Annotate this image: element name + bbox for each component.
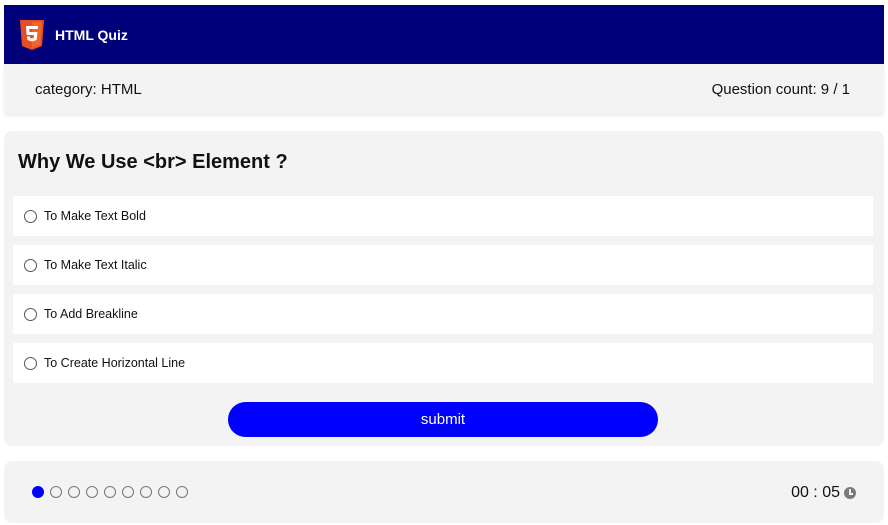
timer-value: 00 : 05	[791, 484, 840, 501]
progress-dot	[32, 486, 44, 498]
option-label: To Add Breakline	[44, 307, 138, 321]
option-3[interactable]: To Add Breakline	[13, 294, 873, 334]
question-title: Why We Use <br> Element ?	[18, 151, 288, 173]
progress-dot	[68, 486, 80, 498]
quiz-card: Why We Use <br> Element ? To Make Text B…	[4, 131, 884, 446]
progress-dot	[176, 486, 188, 498]
html5-icon	[19, 19, 45, 51]
progress-dots	[32, 486, 194, 498]
radio-button[interactable]	[24, 307, 37, 321]
clock-icon	[844, 487, 856, 499]
question-count: Question count: 9 / 1	[711, 80, 850, 98]
category-label: category: HTML	[35, 80, 142, 98]
app-title: HTML Quiz	[55, 26, 128, 43]
progress-dot	[122, 486, 134, 498]
option-label: To Make Text Italic	[44, 258, 147, 272]
progress-dot	[104, 486, 116, 498]
progress-dot	[140, 486, 152, 498]
app-header: HTML Quiz	[4, 5, 884, 64]
radio-button[interactable]	[24, 258, 37, 272]
radio-button[interactable]	[24, 209, 37, 223]
radio-button[interactable]	[24, 356, 37, 370]
timer: 00 : 05	[791, 484, 856, 502]
submit-button[interactable]: submit	[228, 402, 658, 437]
option-4[interactable]: To Create Horizontal Line	[13, 343, 873, 383]
option-1[interactable]: To Make Text Bold	[13, 196, 873, 236]
quiz-footer: 00 : 05	[4, 461, 884, 523]
option-label: To Create Horizontal Line	[44, 356, 186, 370]
option-label: To Make Text Bold	[44, 209, 146, 223]
option-2[interactable]: To Make Text Italic	[13, 245, 873, 285]
progress-dot	[50, 486, 62, 498]
progress-dot	[158, 486, 170, 498]
progress-dot	[86, 486, 98, 498]
info-bar: category: HTML Question count: 9 / 1	[4, 64, 884, 114]
